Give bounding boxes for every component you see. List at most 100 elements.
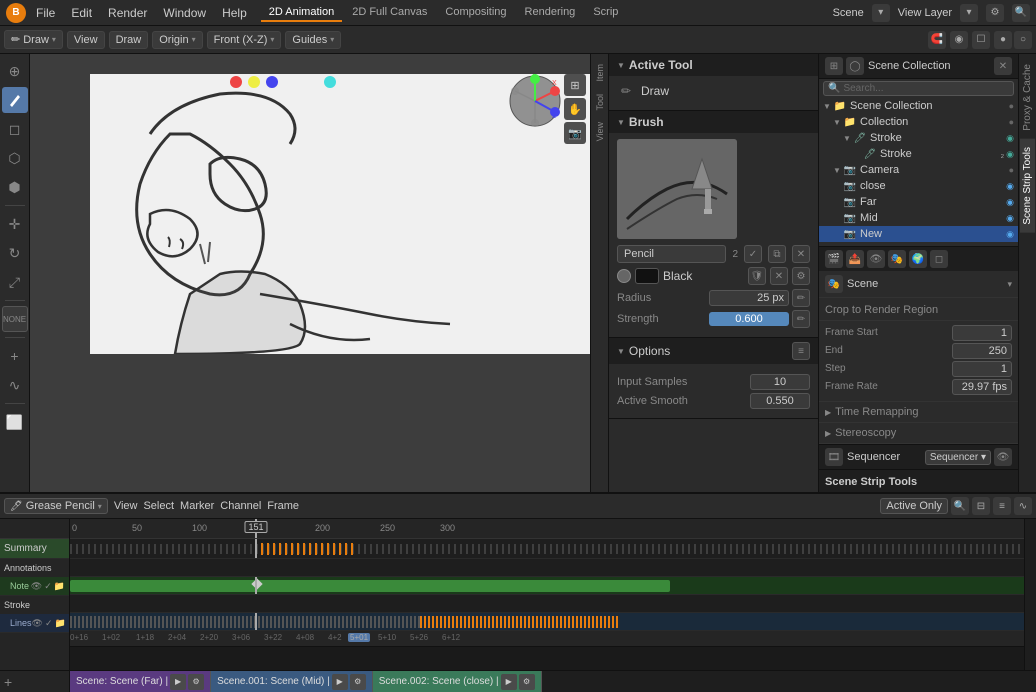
scene-strip-close[interactable]: Scene.002: Scene (close) | ▶ ⚙: [373, 671, 542, 692]
tree-stroke-sub[interactable]: 🖊 Stroke ₂ ◉: [819, 146, 1018, 162]
pan-btn[interactable]: ✋: [564, 98, 586, 120]
radius-edit-btn[interactable]: ✏: [792, 289, 810, 307]
outliner-search[interactable]: 🔍 Search...: [823, 81, 1014, 96]
tree-cam-new[interactable]: 📷 New ◉: [819, 226, 1018, 242]
seq-view-icon[interactable]: 👁: [994, 448, 1012, 466]
tree-scene-collection[interactable]: ▼ 📁 Scene Collection ●: [819, 98, 1018, 114]
mid-strip-btn[interactable]: ▶: [332, 674, 348, 690]
seq-scrollbar[interactable]: [1024, 519, 1036, 670]
xray-icon[interactable]: ☐: [972, 31, 990, 49]
tint-tool[interactable]: ⬢: [2, 174, 28, 200]
scene-strip-mid[interactable]: Scene.001: Scene (Mid) | ▶ ⚙: [211, 671, 373, 692]
origin-dropdown[interactable]: Origin ▾: [152, 31, 202, 49]
frame-end-value[interactable]: 250: [952, 343, 1012, 359]
tree-camera[interactable]: ▼ 📷 Camera ●: [819, 162, 1018, 178]
brush-check-btn[interactable]: ✓: [744, 245, 762, 263]
brush-close-btn[interactable]: ✕: [792, 245, 810, 263]
rotate-tool[interactable]: ↻: [2, 240, 28, 266]
outliner-close[interactable]: ✕: [994, 57, 1012, 75]
outliner-icon-2[interactable]: ◯: [846, 57, 864, 75]
add-tool[interactable]: +: [2, 343, 28, 369]
proxy-cache-tab[interactable]: Proxy & Cache: [1020, 56, 1035, 139]
sequencer-dropdown[interactable]: Sequencer ▾: [925, 450, 991, 465]
tab-compositing[interactable]: Compositing: [437, 4, 514, 22]
input-samples-value[interactable]: 10: [750, 374, 810, 390]
tab-2d-animation[interactable]: 2D Animation: [261, 4, 342, 22]
menu-window[interactable]: Window: [157, 4, 212, 22]
menu-file[interactable]: File: [30, 4, 61, 22]
options-header[interactable]: ▼ Options ≡: [609, 338, 818, 364]
view-layer-dropdown[interactable]: ▾: [960, 4, 978, 22]
solid-shading[interactable]: ●: [994, 31, 1012, 49]
wire-shading[interactable]: ○: [1014, 31, 1032, 49]
item-tab[interactable]: Item: [593, 58, 607, 88]
tab-rendering[interactable]: Rendering: [517, 4, 584, 22]
frame-rate-value[interactable]: 29.97 fps: [952, 379, 1012, 395]
scene-props-icon[interactable]: 🎭: [825, 275, 843, 293]
camera-btn[interactable]: 📷: [564, 122, 586, 144]
color-swatch[interactable]: [635, 268, 659, 284]
none-tool[interactable]: NONE: [2, 306, 28, 332]
seq-view[interactable]: View: [114, 500, 138, 512]
output-icon[interactable]: 📤: [846, 250, 864, 268]
active-only-btn[interactable]: Active Only: [880, 498, 948, 514]
color-shield-btn[interactable]: 🛡: [748, 267, 766, 285]
frame-start-value[interactable]: 1: [952, 325, 1012, 341]
overlay-icon[interactable]: ◉: [950, 31, 968, 49]
seq-filter-icon[interactable]: ⊟: [972, 497, 990, 515]
scene-icon[interactable]: 🎭: [888, 250, 906, 268]
active-tool-header[interactable]: ▼ Active Tool: [609, 54, 818, 76]
far-strip-btn2[interactable]: ⚙: [188, 674, 204, 690]
search-icon[interactable]: 🔍: [1012, 4, 1030, 22]
view-icon[interactable]: 👁: [867, 250, 885, 268]
tree-stroke-1[interactable]: ▼ 🖊 Stroke ◉: [819, 130, 1018, 146]
brush-panel-header[interactable]: ▼ Brush: [609, 111, 818, 133]
strength-edit-btn[interactable]: ✏: [792, 310, 810, 328]
snap-icon[interactable]: 🧲: [928, 31, 946, 49]
curve-tool[interactable]: ∿: [2, 372, 28, 398]
draw-btn[interactable]: Draw: [109, 31, 149, 49]
settings-icon[interactable]: ⚙: [986, 4, 1004, 22]
mid-strip-btn2[interactable]: ⚙: [350, 674, 366, 690]
menu-render[interactable]: Render: [102, 4, 153, 22]
radius-value[interactable]: 25 px: [709, 290, 789, 306]
rect-tool[interactable]: ⬜: [2, 409, 28, 435]
tree-collection[interactable]: ▼ 📁 Collection ●: [819, 114, 1018, 130]
stereo-header[interactable]: ▶ Stereoscopy: [825, 427, 1012, 439]
strength-value[interactable]: 0.600: [709, 312, 789, 326]
tree-cam-close[interactable]: 📷 close ◉: [819, 178, 1018, 194]
active-smooth-value[interactable]: 0.550: [750, 393, 810, 409]
tool-tab[interactable]: Tool: [593, 88, 607, 117]
seq-select[interactable]: Select: [143, 500, 174, 512]
menu-help[interactable]: Help: [216, 4, 253, 22]
brush-copy-btn[interactable]: ⧉: [768, 245, 786, 263]
seq-search-icon[interactable]: 🔍: [951, 497, 969, 515]
outliner-icon-1[interactable]: ⊞: [825, 57, 843, 75]
seq-wave-icon[interactable]: ∿: [1014, 497, 1032, 515]
tree-cam-mid[interactable]: 📷 Mid ◉: [819, 210, 1018, 226]
guides-dropdown[interactable]: Guides ▾: [285, 31, 341, 49]
zoom-fit-btn[interactable]: ⊞: [564, 74, 586, 96]
strip-add-btn[interactable]: +: [0, 671, 70, 692]
far-strip-btn[interactable]: ▶: [170, 674, 186, 690]
close-strip-btn2[interactable]: ⚙: [519, 674, 535, 690]
seq-channel[interactable]: Channel: [220, 500, 261, 512]
close-strip-btn[interactable]: ▶: [501, 674, 517, 690]
move-tool[interactable]: ✛: [2, 211, 28, 237]
scene-strip-far[interactable]: Scene: Scene (Far) | ▶ ⚙: [70, 671, 211, 692]
app-icon[interactable]: B: [6, 3, 26, 23]
tab-scripting[interactable]: Scrip: [585, 4, 626, 22]
frame-step-value[interactable]: 1: [952, 361, 1012, 377]
world-icon[interactable]: 🌍: [909, 250, 927, 268]
color-settings-btn[interactable]: ⚙: [792, 267, 810, 285]
lines-eye[interactable]: 👁: [32, 618, 43, 629]
render-icon[interactable]: 🎬: [825, 250, 843, 268]
view-axis-dropdown[interactable]: Front (X-Z) ▾: [207, 31, 282, 49]
menu-edit[interactable]: Edit: [65, 4, 98, 22]
seq-frame[interactable]: Frame: [267, 500, 299, 512]
draw-tool[interactable]: [2, 87, 28, 113]
tree-cam-far[interactable]: 📷 Far ◉: [819, 194, 1018, 210]
mode-selector[interactable]: ✏ Draw ▾: [4, 30, 63, 49]
obj-icon[interactable]: ◻: [930, 250, 948, 268]
color-x-btn[interactable]: ✕: [770, 267, 788, 285]
